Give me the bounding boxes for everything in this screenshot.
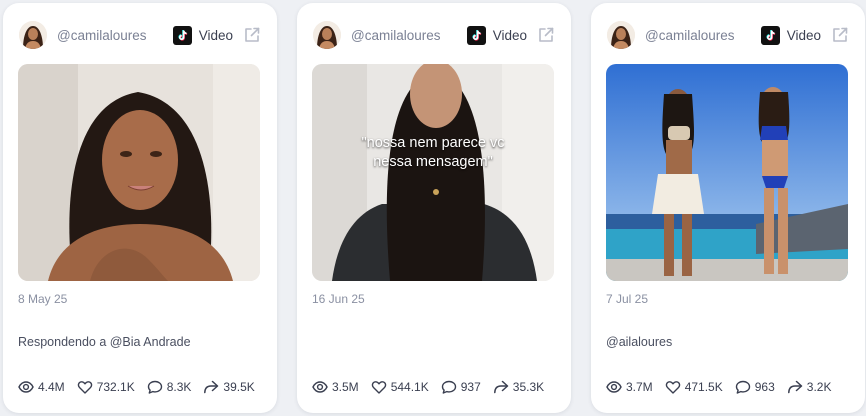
shares-stat: 39.5K [203, 379, 255, 395]
likes-count: 732.1K [96, 380, 135, 394]
post-grid: @camilaloures Video 8 May 25 Respondendo… [0, 0, 866, 416]
comments-count: 937 [460, 380, 481, 394]
eye-icon [18, 381, 34, 393]
views-stat: 3.5M [312, 379, 359, 395]
comment-icon [735, 380, 750, 394]
video-thumbnail[interactable] [606, 64, 848, 281]
username[interactable]: @camilaloures [645, 28, 761, 43]
post-caption: Respondendo a @Bia Andrade [18, 335, 191, 349]
content-type-label: Video [786, 27, 821, 43]
heart-icon [665, 381, 680, 394]
post-card[interactable]: @camilaloures Video [591, 3, 865, 413]
post-header: @camilaloures Video [19, 20, 261, 50]
heart-icon [371, 381, 386, 394]
video-thumbnail[interactable]: "nossa nem parece vc nessa mensagem" [312, 64, 554, 281]
comments-count: 963 [754, 380, 775, 394]
username[interactable]: @camilaloures [57, 28, 173, 43]
post-header: @camilaloures Video [607, 20, 849, 50]
views-count: 4.4M [38, 380, 65, 394]
post-card[interactable]: @camilaloures Video [3, 3, 277, 413]
comments-count: 8.3K [166, 380, 192, 394]
external-link-icon[interactable] [243, 26, 261, 44]
eye-icon [606, 381, 622, 393]
share-icon [493, 380, 509, 394]
video-overlay-text: "nossa nem parece vc nessa mensagem" [361, 135, 505, 170]
likes-stat: 732.1K [77, 379, 135, 395]
post-date: 16 Jun 25 [312, 292, 365, 306]
shares-stat: 35.3K [493, 379, 544, 395]
comments-stat: 963 [735, 379, 775, 395]
comments-stat: 8.3K [147, 379, 192, 395]
avatar[interactable] [19, 21, 47, 49]
shares-stat: 3.2K [787, 379, 832, 395]
post-card[interactable]: @camilaloures Video [297, 3, 571, 413]
tiktok-icon [466, 25, 486, 45]
views-stat: 3.7M [606, 379, 653, 395]
tiktok-icon [172, 25, 192, 45]
username[interactable]: @camilaloures [351, 28, 467, 43]
tiktok-icon [760, 25, 780, 45]
views-count: 3.5M [332, 380, 359, 394]
heart-icon [77, 381, 92, 394]
likes-stat: 471.5K [665, 379, 723, 395]
comment-icon [441, 380, 456, 394]
external-link-icon[interactable] [537, 26, 555, 44]
post-header: @camilaloures Video [313, 20, 555, 50]
post-stats: 3.7M 471.5K 963 3.2K [606, 379, 843, 395]
post-stats: 4.4M 732.1K 8.3K 39.5K [18, 379, 267, 395]
views-count: 3.7M [626, 380, 653, 394]
external-link-icon[interactable] [831, 26, 849, 44]
shares-count: 3.2K [806, 380, 832, 394]
content-type-label: Video [492, 27, 527, 43]
shares-count: 35.3K [512, 380, 545, 394]
eye-icon [312, 381, 328, 393]
avatar[interactable] [607, 21, 635, 49]
post-date: 7 Jul 25 [606, 292, 649, 306]
likes-count: 471.5K [684, 380, 723, 394]
shares-count: 39.5K [223, 380, 255, 394]
likes-count: 544.1K [390, 380, 429, 394]
share-icon [204, 380, 219, 394]
post-stats: 3.5M 544.1K 937 35.3K [312, 379, 556, 395]
avatar[interactable] [313, 21, 341, 49]
likes-stat: 544.1K [371, 379, 429, 395]
post-date: 8 May 25 [18, 292, 68, 306]
share-icon [787, 380, 803, 394]
post-caption[interactable]: @ailaloures [606, 335, 672, 349]
content-type-label: Video [198, 27, 233, 43]
comment-icon [147, 380, 162, 394]
comments-stat: 937 [441, 379, 481, 395]
views-stat: 4.4M [18, 379, 65, 395]
video-thumbnail[interactable] [18, 64, 260, 281]
